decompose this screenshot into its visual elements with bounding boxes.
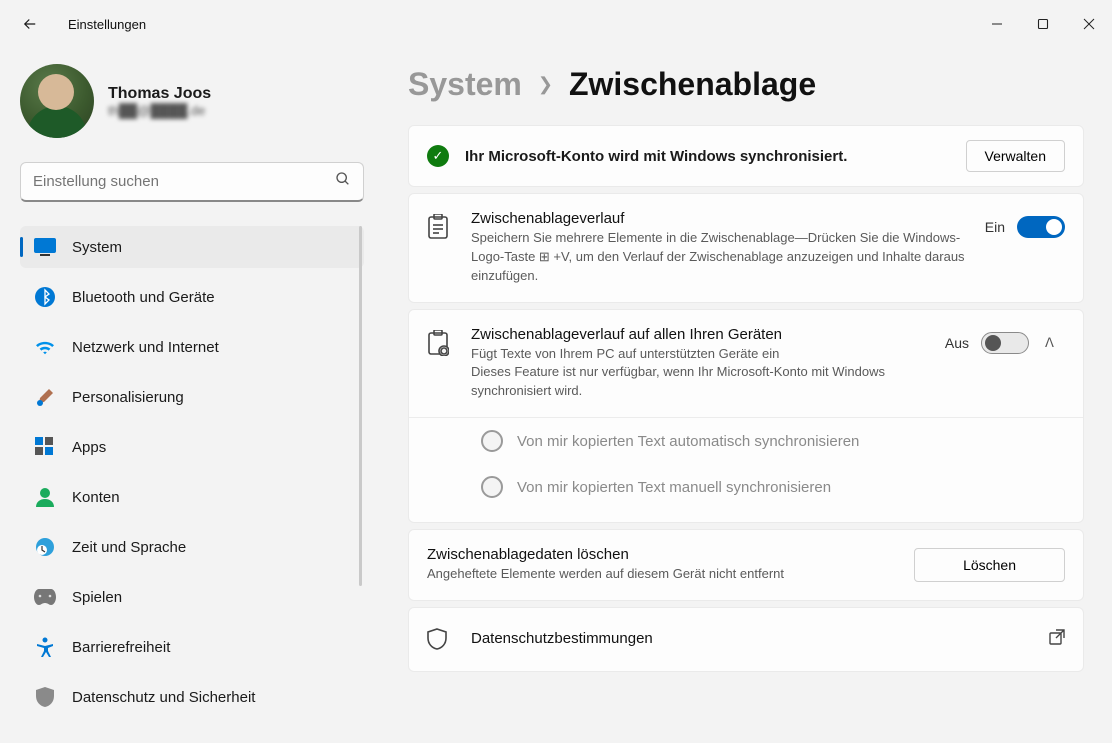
nav-label: Zeit und Sprache [72, 539, 186, 556]
search-icon [335, 171, 351, 192]
nav-label: Personalisierung [72, 389, 184, 406]
back-button[interactable] [18, 12, 42, 36]
profile-email: th██@████.de [108, 103, 211, 118]
nav-system[interactable]: System [20, 226, 364, 268]
manage-button[interactable]: Verwalten [966, 140, 1065, 172]
sync-auto-radio-row[interactable]: Von mir kopierten Text automatisch synch… [409, 418, 1083, 464]
history-desc: Speichern Sie mehrere Elemente in die Zw… [471, 229, 965, 286]
sync-toggle[interactable] [981, 332, 1029, 354]
sync-manual-radio-row[interactable]: Von mir kopierten Text manuell synchroni… [409, 464, 1083, 522]
shield-icon [34, 686, 56, 708]
chevron-up-icon[interactable]: ᐱ [1045, 335, 1065, 351]
sync-title: Zwischenablageverlauf auf allen Ihren Ge… [471, 326, 925, 343]
history-toggle[interactable] [1017, 216, 1065, 238]
profile-name: Thomas Joos [108, 85, 211, 103]
nav-accessibility[interactable]: Barrierefreiheit [20, 626, 364, 668]
history-title: Zwischenablageverlauf [471, 210, 965, 227]
titlebar: Einstellungen [0, 0, 1112, 48]
privacy-shield-icon [427, 628, 451, 655]
main-content: System ❯ Zwischenablage ✓ Ihr Microsoft-… [372, 48, 1112, 743]
paintbrush-icon [34, 386, 56, 408]
gamepad-icon [34, 586, 56, 608]
sync-devices-card: Zwischenablageverlauf auf allen Ihren Ge… [408, 309, 1084, 524]
accessibility-icon [34, 636, 56, 658]
nav-network[interactable]: Netzwerk und Internet [20, 326, 364, 368]
nav-accounts[interactable]: Konten [20, 476, 364, 518]
nav-label: Netzwerk und Internet [72, 339, 219, 356]
clipboard-history-card: Zwischenablageverlauf Speichern Sie mehr… [408, 193, 1084, 303]
clear-title: Zwischenablagedaten löschen [427, 546, 914, 563]
avatar [20, 64, 94, 138]
nav-label: Datenschutz und Sicherheit [72, 689, 255, 706]
bluetooth-icon [34, 286, 56, 308]
breadcrumb-current: Zwischenablage [569, 66, 816, 103]
nav-bluetooth[interactable]: Bluetooth und Geräte [20, 276, 364, 318]
scrollbar[interactable] [359, 226, 362, 586]
external-link-icon [1049, 629, 1065, 650]
nav-time-language[interactable]: Zeit und Sprache [20, 526, 364, 568]
breadcrumb-parent[interactable]: System [408, 66, 522, 103]
apps-icon [34, 436, 56, 458]
privacy-title: Datenschutzbestimmungen [471, 630, 1029, 647]
nav-label: Apps [72, 439, 106, 456]
history-state: Ein [985, 219, 1005, 235]
nav-privacy[interactable]: Datenschutz und Sicherheit [20, 676, 364, 718]
sync-desc1: Fügt Texte von Ihrem PC auf unterstützte… [471, 345, 925, 364]
clear-desc: Angeheftete Elemente werden auf diesem G… [427, 565, 914, 584]
clipboard-icon [427, 214, 451, 245]
nav-label: Spielen [72, 589, 122, 606]
sync-state: Aus [945, 335, 969, 351]
clock-globe-icon [34, 536, 56, 558]
sync-status-text: Ihr Microsoft-Konto wird mit Windows syn… [465, 148, 950, 165]
clear-button[interactable]: Löschen [914, 548, 1065, 582]
person-icon [34, 486, 56, 508]
search-input[interactable] [33, 173, 335, 190]
nav-personalization[interactable]: Personalisierung [20, 376, 364, 418]
privacy-link-card[interactable]: Datenschutzbestimmungen [408, 607, 1084, 672]
nav-apps[interactable]: Apps [20, 426, 364, 468]
maximize-button[interactable] [1020, 6, 1066, 42]
chevron-right-icon: ❯ [538, 74, 553, 95]
nav-gaming[interactable]: Spielen [20, 576, 364, 618]
nav-label: Bluetooth und Geräte [72, 289, 215, 306]
nav-label: System [72, 239, 122, 256]
radio-auto-label: Von mir kopierten Text automatisch synch… [517, 433, 859, 450]
sync-desc2: Dieses Feature ist nur verfügbar, wenn I… [471, 363, 925, 401]
minimize-button[interactable] [974, 6, 1020, 42]
profile-block[interactable]: Thomas Joos th██@████.de [20, 64, 364, 138]
nav-label: Barrierefreiheit [72, 639, 170, 656]
radio-manual[interactable] [481, 476, 503, 498]
radio-auto[interactable] [481, 430, 503, 452]
wifi-icon [34, 336, 56, 358]
sidebar: Thomas Joos th██@████.de System Bluetoot… [0, 48, 372, 743]
checkmark-icon: ✓ [427, 145, 449, 167]
sync-status-card: ✓ Ihr Microsoft-Konto wird mit Windows s… [408, 125, 1084, 187]
close-button[interactable] [1066, 6, 1112, 42]
search-box[interactable] [20, 162, 364, 202]
clear-data-card: Zwischenablagedaten löschen Angeheftete … [408, 529, 1084, 601]
breadcrumb: System ❯ Zwischenablage [408, 66, 1084, 103]
display-icon [34, 236, 56, 258]
app-title: Einstellungen [68, 17, 146, 32]
nav-label: Konten [72, 489, 120, 506]
clipboard-sync-icon [427, 330, 451, 361]
radio-manual-label: Von mir kopierten Text manuell synchroni… [517, 479, 831, 496]
